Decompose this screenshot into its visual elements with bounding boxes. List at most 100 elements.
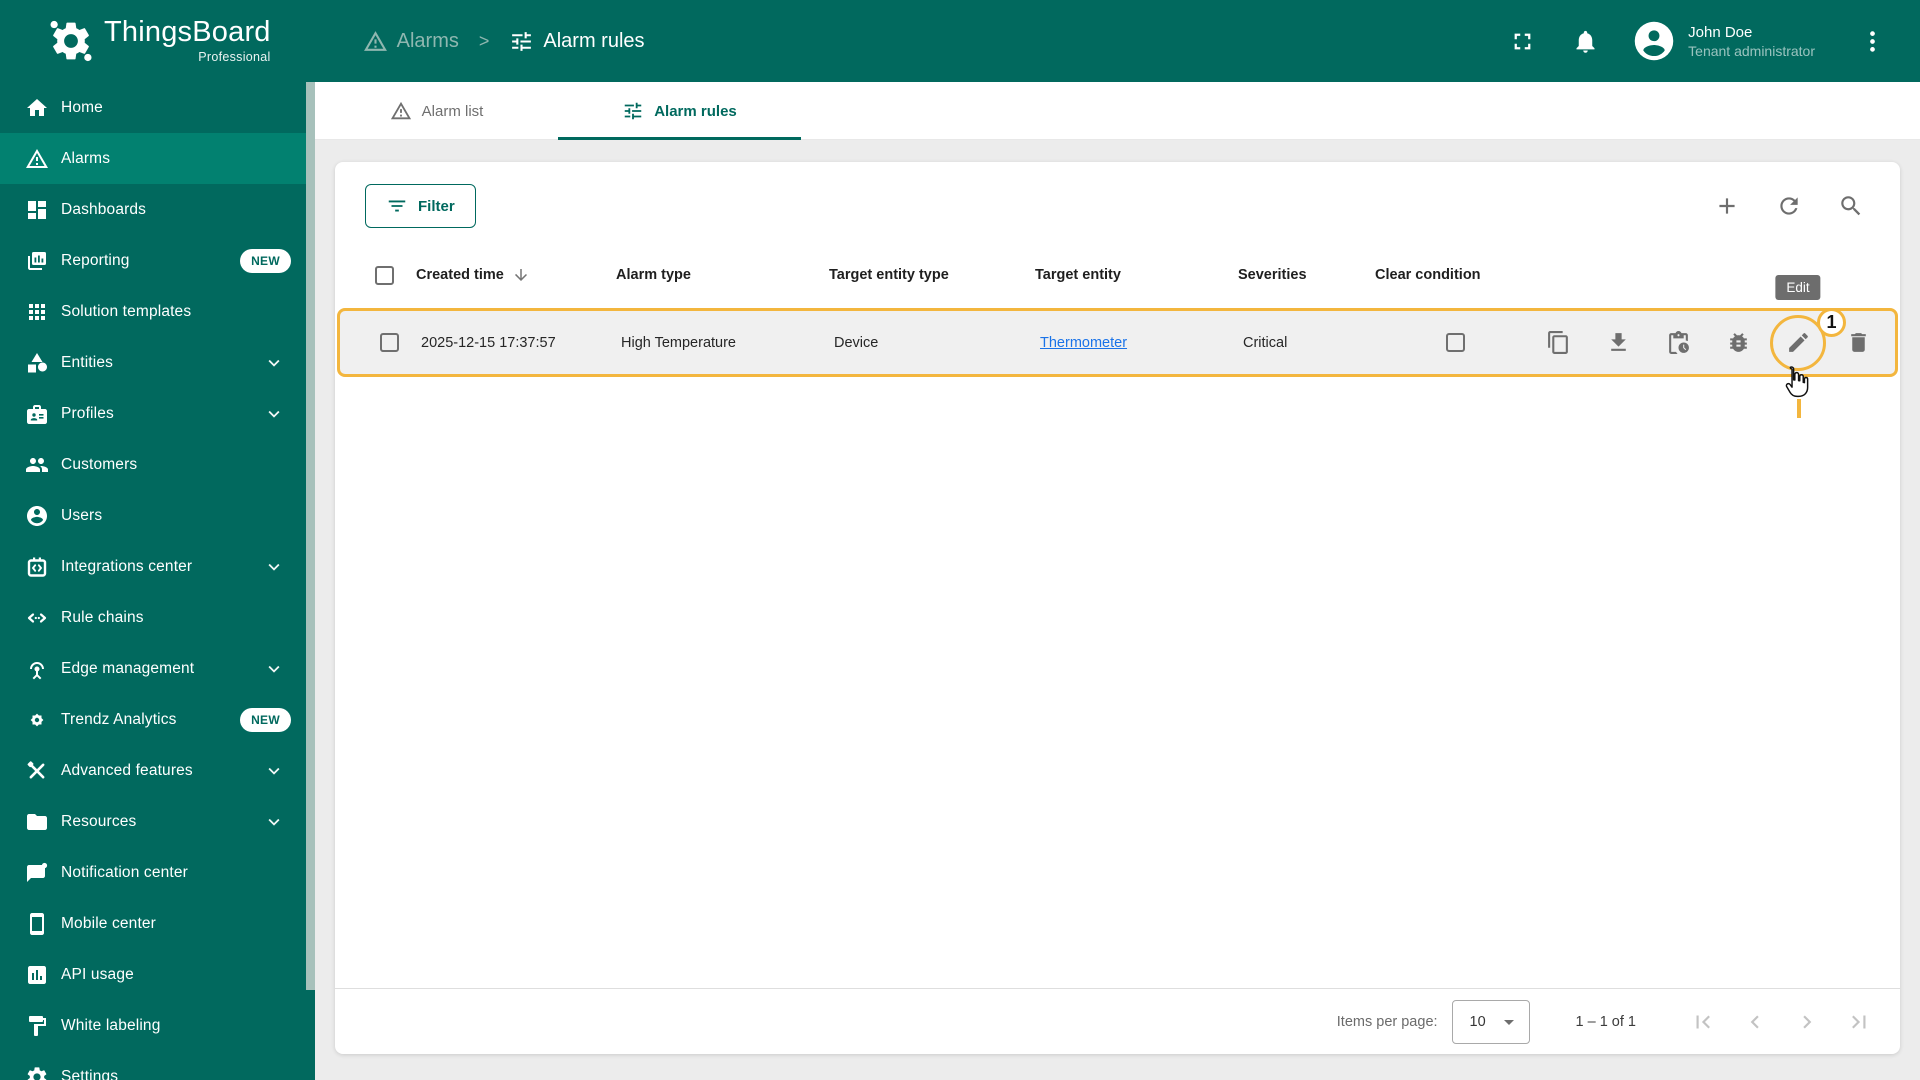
dashboard-icon <box>28 200 46 219</box>
sidebar-item-integrations-center[interactable]: Integrations center <box>0 541 315 592</box>
shapes-icon <box>28 352 47 372</box>
more-menu-button[interactable] <box>1859 28 1886 55</box>
column-header-target-entity[interactable]: Target entity <box>1035 267 1238 283</box>
sidebar-item-alarms[interactable]: Alarms <box>0 133 315 184</box>
trash-icon <box>1850 333 1866 352</box>
sidebar-item-customers[interactable]: Customers <box>0 439 315 490</box>
table-row[interactable]: 2025-12-15 17:37:57 High Temperature Dev… <box>337 274 1898 418</box>
search-icon <box>1841 196 1861 216</box>
cell-alarm-type: High Temperature <box>621 334 736 351</box>
person-circle-icon <box>27 505 47 526</box>
sidebar-item-reporting[interactable]: Reporting NEW <box>0 235 315 286</box>
sidebar-item-advanced-features[interactable]: Advanced features <box>0 745 315 796</box>
select-all-checkbox[interactable] <box>375 265 394 285</box>
sidebar-item-rule-chains[interactable]: Rule chains <box>0 592 315 643</box>
chevron-down-icon <box>263 658 285 680</box>
chevron-down-icon <box>263 556 285 578</box>
chevron-right-icon <box>1803 1015 1812 1028</box>
chat-bubble-icon <box>27 862 48 882</box>
chevron-down-icon <box>263 760 285 782</box>
bar-chart-box-icon <box>28 965 46 984</box>
sidebar-item-settings[interactable]: Settings <box>0 1051 315 1080</box>
filter-button-label: Filter <box>418 197 455 215</box>
tab-label: Alarm list <box>421 102 484 120</box>
new-badge: NEW <box>240 707 291 732</box>
edit-button[interactable]: Edit 1 <box>1770 274 1846 418</box>
copy-button[interactable] <box>1538 323 1578 363</box>
add-button[interactable] <box>1714 193 1740 219</box>
sidebar-item-mobile-center[interactable]: Mobile center <box>0 898 315 949</box>
debug-button[interactable] <box>1718 323 1758 363</box>
sidebar-item-entities[interactable]: Entities <box>0 337 315 388</box>
column-header-target-entity-type[interactable]: Target entity type <box>829 267 1035 283</box>
sidebar-item-api-usage[interactable]: API usage <box>0 949 315 1000</box>
first-page-button[interactable] <box>1690 1009 1716 1035</box>
user-name: John Doe <box>1688 23 1753 41</box>
sidebar-item-dashboards[interactable]: Dashboards <box>0 184 315 235</box>
sidebar-item-users[interactable]: Users <box>0 490 315 541</box>
sidebar-item-label: Profiles <box>61 404 114 422</box>
tab-strip: Alarm list Alarm rules <box>315 82 1920 140</box>
brand-edition: Professional <box>198 50 271 64</box>
tab-alarm-list[interactable]: Alarm list <box>315 82 558 140</box>
notifications-button[interactable] <box>1572 28 1599 55</box>
column-label: Target entity type <box>829 267 949 283</box>
app-logo[interactable]: ThingsBoard Professional <box>0 18 271 64</box>
sidebar-item-label: Integrations center <box>61 557 193 575</box>
user-info[interactable]: John Doe Tenant administrator <box>1688 24 1815 59</box>
filter-button[interactable]: Filter <box>365 184 476 228</box>
edit-tooltip: Edit <box>1775 274 1821 300</box>
card-toolbar: Filter <box>335 162 1900 250</box>
breadcrumb-separator: > <box>478 30 490 51</box>
prev-page-button[interactable] <box>1742 1009 1768 1035</box>
sidebar-item-label: Dashboards <box>61 200 147 218</box>
sidebar-item-trendz-analytics[interactable]: Trendz Analytics NEW <box>0 694 315 745</box>
cell-created-time: 2025-12-15 17:37:57 <box>421 334 556 351</box>
row-checkbox[interactable] <box>380 333 399 352</box>
clear-condition-checkbox[interactable] <box>1446 333 1465 352</box>
column-header-severities[interactable]: Severities <box>1238 267 1375 283</box>
fullscreen-button[interactable] <box>1509 28 1536 55</box>
tune-icon <box>512 31 532 51</box>
sidebar-item-edge-management[interactable]: Edge management <box>0 643 315 694</box>
first-page-icon <box>1696 1015 1710 1028</box>
people-icon <box>26 457 48 472</box>
breadcrumb-alarms[interactable]: Alarms <box>363 29 459 54</box>
chevron-down-icon <box>263 352 285 374</box>
chevron-down-icon <box>263 403 285 425</box>
new-badge: NEW <box>240 248 291 273</box>
sidebar-item-solution-templates[interactable]: Solution templates <box>0 286 315 337</box>
column-label: Alarm type <box>616 267 691 283</box>
avatar[interactable] <box>1633 20 1675 62</box>
sidebar-item-notification-center[interactable]: Notification center <box>0 847 315 898</box>
page-size-select[interactable]: 10 <box>1451 999 1530 1044</box>
sidebar-item-home[interactable]: Home <box>0 82 315 133</box>
copy-icon <box>1547 331 1568 354</box>
avatar-icon <box>1634 21 1674 61</box>
sidebar-item-label: Entities <box>61 353 114 371</box>
folder-icon <box>27 813 47 830</box>
target-entity-link[interactable]: Thermometer <box>1040 335 1127 351</box>
sidebar-item-white-labeling[interactable]: White labeling <box>0 1000 315 1051</box>
sidebar-item-profiles[interactable]: Profiles <box>0 388 315 439</box>
chevron-down-icon <box>263 811 285 833</box>
search-button[interactable] <box>1838 193 1864 219</box>
column-label: Clear condition <box>1375 267 1481 283</box>
plus-icon <box>1719 198 1735 214</box>
sidebar-item-resources[interactable]: Resources <box>0 796 315 847</box>
column-header-alarm-type[interactable]: Alarm type <box>616 267 829 283</box>
sidebar-item-label: Alarms <box>61 149 111 167</box>
tab-alarm-rules[interactable]: Alarm rules <box>558 82 801 140</box>
column-header-created-time[interactable]: Created time <box>416 266 616 284</box>
brand-name: ThingsBoard <box>104 16 271 48</box>
rule-chain-icon <box>27 612 47 623</box>
sort-desc-icon <box>514 269 527 281</box>
sidebar-item-label: Advanced features <box>61 761 193 779</box>
refresh-button[interactable] <box>1776 193 1802 219</box>
column-header-clear-condition[interactable]: Clear condition <box>1375 267 1525 283</box>
last-page-button[interactable] <box>1846 1009 1872 1035</box>
export-schedule-button[interactable] <box>1658 323 1698 363</box>
sidebar-scrollbar[interactable] <box>306 82 315 990</box>
download-button[interactable] <box>1598 323 1638 363</box>
next-page-button[interactable] <box>1794 1009 1820 1035</box>
